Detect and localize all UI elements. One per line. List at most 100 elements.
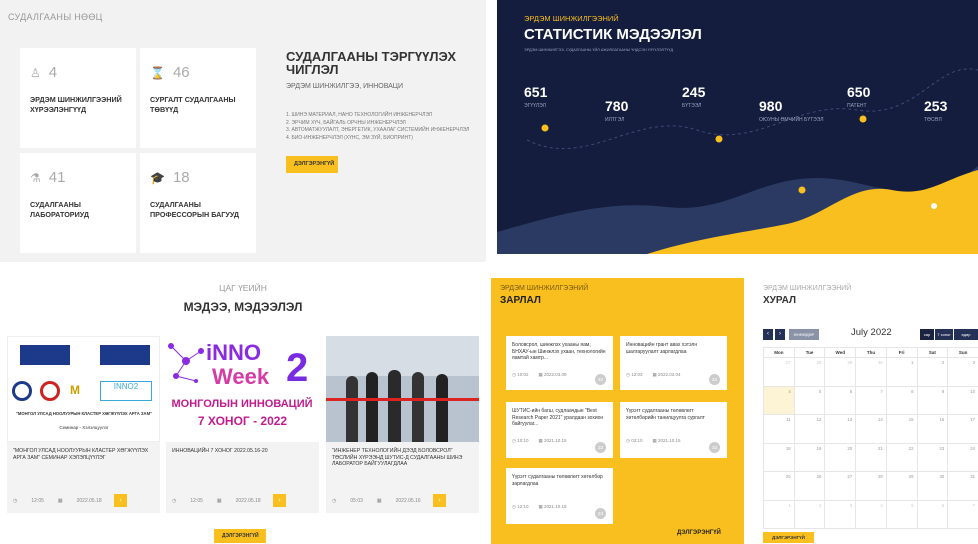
calendar-day[interactable]: 19 <box>793 442 826 472</box>
stat-projects: 253 ТӨСӨЛ <box>924 98 948 123</box>
view-day-button[interactable]: өдөр <box>954 329 978 340</box>
count-badge: 33 <box>595 442 606 453</box>
calendar-day[interactable]: 5 <box>793 385 826 415</box>
clock-icon: ◷ 12:03 <box>626 372 643 377</box>
calendar-day[interactable]: 1 <box>885 357 918 387</box>
calendar-day[interactable]: 15 <box>885 414 918 444</box>
person-icon: ♙ <box>30 65 41 80</box>
announcement-card[interactable]: Үүрэгт судалгааны төлөвлөгт хөтөлбөрийн … <box>620 402 727 458</box>
calendar-day[interactable]: 4 <box>855 499 887 529</box>
stat-ip: 980 ОЮУНЫ ӨМЧИЙН БҮТЭЭЛ <box>759 98 824 123</box>
announcement-card[interactable]: ШУТИС-ийн багш, судлаачдын "Best Researc… <box>506 402 613 458</box>
calendar-icon: ▦ 2022.03.04 <box>652 372 681 377</box>
priority-list: 1. ШИНЭ МАТЕРИАЛ, НАНО ТЕХНОЛОГИЙН ИНЖЕН… <box>286 112 469 142</box>
view-week-button[interactable]: 7 хоног <box>935 329 953 340</box>
calendar-day[interactable]: 30 <box>855 357 887 387</box>
calendar-day[interactable]: 7 <box>855 385 887 415</box>
news-kicker: ЦАГ ҮЕИЙН <box>219 283 267 293</box>
calendar-icon: ▦ <box>216 498 222 504</box>
list-item: 4. БИО-ИНЖЕНЕРЧЛЭЛ (ХҮНС, ЭМ ЗҮЙ, БИОПРИ… <box>286 134 413 141</box>
flask-icon: ⚗ <box>30 170 41 185</box>
calendar-day[interactable]: 18 <box>763 442 795 472</box>
calendar-day[interactable]: 6 <box>824 385 857 415</box>
priority-title: СУДАЛГААНЫ ТЭРГҮҮЛЭХ ЧИГЛЭЛ <box>286 49 457 77</box>
calendar-day[interactable]: 23 <box>916 442 949 472</box>
calendar-day[interactable]: 25 <box>763 471 795 501</box>
calendar-day[interactable]: 4 <box>763 385 795 415</box>
stat-card-teams[interactable]: 🎓 18 СУДАЛГААНЫ ПРОФЕССОРЫН БАГУУД <box>140 153 256 253</box>
calendar-day[interactable]: 10 <box>947 385 978 415</box>
calendar-section: ЭРДЭМ ШИНЖИЛГЭЭНИЙ ХУРАЛ ‹ › ӨНӨӨДӨР Jul… <box>757 278 978 544</box>
calendar-day[interactable]: 26 <box>793 471 826 501</box>
calendar-day[interactable]: 28 <box>855 471 887 501</box>
calendar-day[interactable]: 28 <box>793 357 826 387</box>
announcement-card[interactable]: Инновацийн грант авах хэтэлн шалгаруулал… <box>620 336 727 390</box>
more-link[interactable]: ДЭЛГЭРЭНГҮЙ <box>677 530 721 536</box>
list-item: 2. ЭРЧИМ ХҮЧ, БАЙГАЛЬ ОРЧНЫ ИНЖЕНЕРЧЛЭЛ <box>286 119 406 126</box>
calendar-day[interactable]: 24 <box>947 442 978 472</box>
news-image: iNNO Week 2 МОНГОЛЫН ИННОВАЦИЙ 7 ХОНОГ -… <box>166 336 319 442</box>
calendar-day[interactable]: 20 <box>824 442 857 472</box>
clock-icon: ◷ 03:10 <box>626 438 643 443</box>
more-button[interactable]: ДЭЛГЭРЭНГҮЙ <box>763 532 814 543</box>
stat-card-labs[interactable]: ⚗ 41 СУДАЛГААНЫ ЛАБОРАТОРИУД <box>20 153 136 253</box>
calendar-day[interactable]: 30 <box>916 471 949 501</box>
research-resources-section: СУДАЛГААНЫ НӨӨЦ ♙ 4 ЭРДЭМ ШИНЖИЛГЭЭНИЙ ХҮ… <box>0 0 486 262</box>
news-image <box>326 336 479 442</box>
calendar-day[interactable]: 13 <box>824 414 857 444</box>
calendar-day[interactable]: 7 <box>947 499 978 529</box>
calendar-day[interactable]: 5 <box>885 499 918 529</box>
next-month-button[interactable]: › <box>775 329 785 340</box>
calendar-day[interactable]: 2 <box>793 499 826 529</box>
news-card[interactable]: iNNO Week 2 МОНГОЛЫН ИННОВАЦИЙ 7 ХОНОГ -… <box>166 336 319 513</box>
calendar-day[interactable]: 29 <box>824 357 857 387</box>
section-label: СУДАЛГААНЫ НӨӨЦ <box>8 12 103 22</box>
card-label: СУРГАЛТ СУДАЛГААНЫ ТӨВҮҮД <box>150 95 236 114</box>
calendar-day[interactable]: 8 <box>885 385 918 415</box>
announcements-section: ЭРДЭМ ШИНЖИЛГЭЭНИЙ ЗАРЛАЛ Боловсрол, шин… <box>491 278 744 544</box>
news-caption: ИННОВАЦИЙН 7 ХОНОГ 2022.05.16-20 <box>172 448 268 454</box>
calendar-day[interactable]: 11 <box>763 414 795 444</box>
calendar-day[interactable]: 2 <box>916 357 949 387</box>
weekday-header: Wed <box>824 347 857 358</box>
stat-card-centers[interactable]: ⌛ 46 СУРГАЛТ СУДАЛГААНЫ ТӨВҮҮД <box>140 48 256 148</box>
priority-subtitle: ЭРДЭМ ШИНЖИЛГЭЭ, ИННОВАЦИ <box>286 83 404 90</box>
go-button[interactable]: › <box>114 494 127 507</box>
go-button[interactable]: › <box>433 494 446 507</box>
calendar-day[interactable]: 29 <box>885 471 918 501</box>
calendar-day[interactable]: 1 <box>763 499 795 529</box>
calendar-day[interactable]: 6 <box>916 499 949 529</box>
stat-patents: 650 ПАТЕНТ <box>847 84 871 109</box>
calendar-kicker: ЭРДЭМ ШИНЖИЛГЭЭНИЙ <box>763 285 852 292</box>
today-button[interactable]: ӨНӨӨДӨР <box>789 329 819 340</box>
calendar-day[interactable]: 27 <box>763 357 795 387</box>
calendar-day[interactable]: 27 <box>824 471 857 501</box>
news-caption: "ИНЖЕНЕР ТЕХНОЛОГИЙН ДЭЭД БОЛОВСРОЛ" ТӨС… <box>332 448 463 467</box>
view-month-button[interactable]: сар <box>920 329 934 340</box>
stat-card-institutes[interactable]: ♙ 4 ЭРДЭМ ШИНЖИЛГЭЭНИЙ ХҮРЭЭЛЭНГҮҮД <box>20 48 136 148</box>
calendar-day[interactable]: 12 <box>793 414 826 444</box>
prev-month-button[interactable]: ‹ <box>763 329 773 340</box>
announcement-card[interactable]: Үүрэгт судалгааны төлөвлөгт хөтөлбөр зар… <box>506 468 613 524</box>
calendar-day[interactable]: 21 <box>855 442 887 472</box>
news-card[interactable]: "ИНЖЕНЕР ТЕХНОЛОГИЙН ДЭЭД БОЛОВСРОЛ" ТӨС… <box>326 336 479 513</box>
calendar-day[interactable]: 16 <box>916 414 949 444</box>
card-label: СУДАЛГААНЫ ЛАБОРАТОРИУД <box>30 200 89 219</box>
news-caption: "МОНГОЛ УЛСАД НООЛУУРЫН КЛАСТЕР ХӨГЖҮҮЛЭ… <box>13 448 149 461</box>
calendar-day[interactable]: 9 <box>916 385 949 415</box>
announcement-card[interactable]: Боловсрол, шинжлэх ухааны яам, БНХАУ-ын … <box>506 336 613 390</box>
more-button[interactable]: ДЭЛГЭРЭНГҮЙ <box>286 156 338 173</box>
calendar-day[interactable]: 3 <box>947 357 978 387</box>
calendar-day[interactable]: 17 <box>947 414 978 444</box>
calendar-day[interactable]: 3 <box>824 499 857 529</box>
calendar-day[interactable]: 22 <box>885 442 918 472</box>
calendar-day[interactable]: 31 <box>947 471 978 501</box>
calendar-icon: ▦ <box>57 498 63 504</box>
stat-works: 245 БҮТЭЭЛ <box>682 84 706 109</box>
news-card[interactable]: M INNO2 "МОНГОЛ УЛСАД НООЛУУРЫН КЛАСТЕР … <box>7 336 160 513</box>
clock-icon: ◷ 10:02 <box>512 372 529 377</box>
calendar-day[interactable]: 14 <box>855 414 887 444</box>
go-button[interactable]: › <box>273 494 286 507</box>
weekday-header: Thu <box>855 347 887 358</box>
more-button[interactable]: ДЭЛГЭРЭНГҮЙ <box>214 529 266 543</box>
